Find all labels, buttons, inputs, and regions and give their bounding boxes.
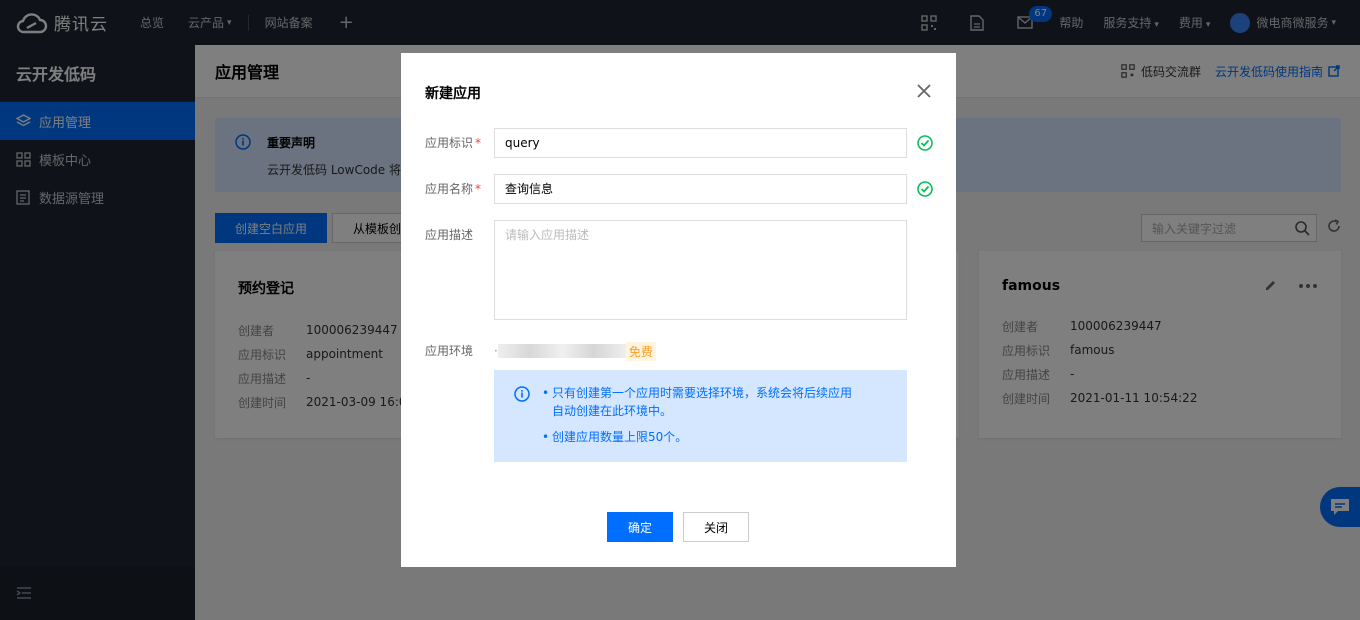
tip-text: 创建应用数量上限50个。	[552, 430, 688, 444]
env-selection[interactable]: · 免费	[494, 336, 656, 366]
tip-text: 自动创建在此环境中。	[552, 404, 673, 418]
app-env-label: 应用环境	[425, 344, 474, 358]
tip-line: • 创建应用数量上限50个。	[542, 428, 887, 446]
tip-gap	[542, 420, 887, 428]
app-id-input[interactable]: query	[494, 128, 907, 158]
required-mark: *	[475, 136, 482, 150]
close-icon[interactable]	[916, 83, 932, 99]
dialog-title: 新建应用	[425, 86, 481, 102]
create-app-dialog: 新建应用 应用标识 * query 应用名称 * 查询信息 应用描述 请输入应用描述…	[401, 53, 956, 567]
app-env-row: 应用环境 · 免费	[425, 336, 656, 366]
app-desc-label: 应用描述	[425, 228, 474, 242]
required-mark: *	[475, 182, 482, 196]
confirm-button[interactable]: 确定	[607, 512, 673, 542]
app-name-input[interactable]: 查询信息	[494, 174, 907, 204]
info-icon	[514, 386, 530, 402]
app-name-label: 应用名称 *	[425, 174, 494, 204]
free-tag: 免费	[625, 341, 656, 361]
check-circle-icon	[917, 181, 933, 197]
app-name-row: 应用名称 * 查询信息	[425, 174, 933, 204]
tip-line: • 只有创建第一个应用时需要选择环境，系统会将后续应用	[542, 384, 887, 402]
app-name-label-text: 应用名称	[425, 182, 474, 196]
env-tip-box: • 只有创建第一个应用时需要选择环境，系统会将后续应用 自动创建在此环境中。 • 创…	[494, 370, 907, 462]
app-desc-row: 应用描述 请输入应用描述	[425, 220, 907, 320]
app-id-label-text: 应用标识	[425, 136, 474, 150]
app-id-row: 应用标识 * query	[425, 128, 933, 158]
tip-text: 只有创建第一个应用时需要选择环境，系统会将后续应用	[552, 386, 853, 400]
tip-line: 自动创建在此环境中。	[542, 402, 887, 420]
close-button[interactable]: 关闭	[683, 512, 749, 542]
tip-bullet: •	[542, 430, 550, 444]
tip-bullet: •	[542, 386, 550, 400]
check-circle-icon	[917, 135, 933, 151]
app-id-label: 应用标识 *	[425, 128, 494, 158]
env-name-redacted	[497, 344, 626, 358]
tip-indent	[542, 402, 552, 420]
app-desc-textarea[interactable]: 请输入应用描述	[494, 220, 907, 320]
